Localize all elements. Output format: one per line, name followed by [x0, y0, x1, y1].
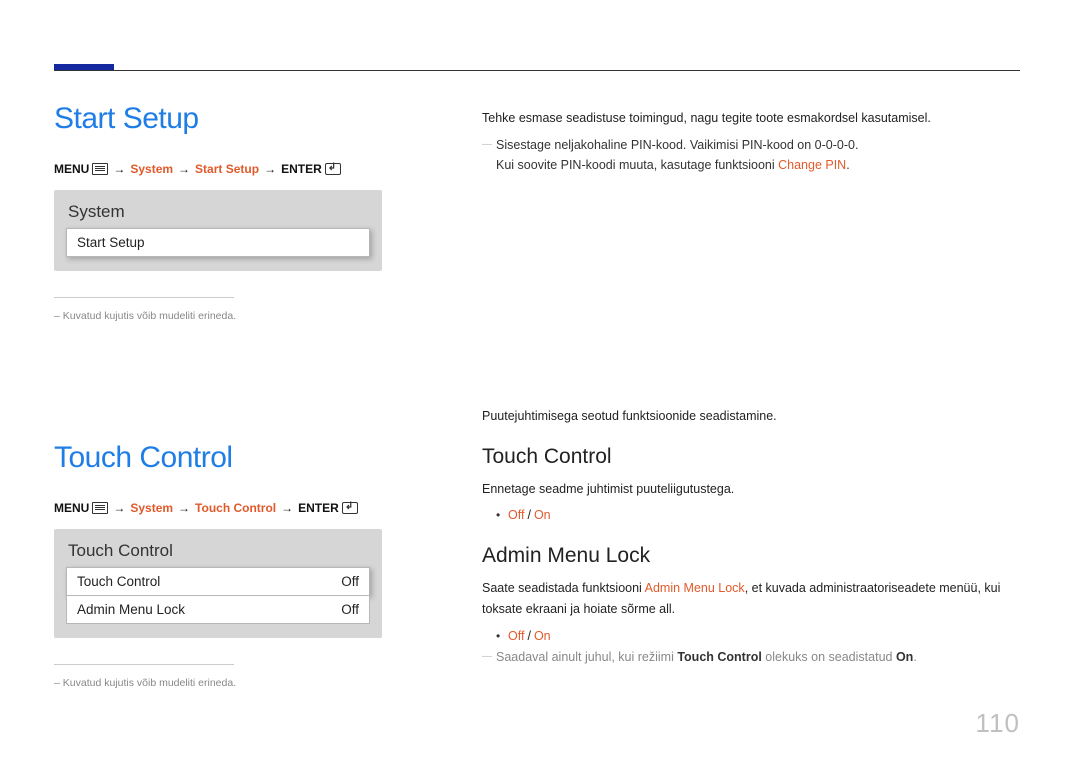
admin-menu-lock-options: Off/On [482, 626, 1020, 647]
crumb-touch-control: Touch Control [195, 501, 276, 515]
start-setup-title: Start Setup [54, 102, 382, 136]
start-setup-body: Tehke esmase seadistuse toimingud, nagu … [482, 108, 1020, 129]
row-label: Admin Menu Lock [77, 602, 185, 617]
crumb-start-setup: Start Setup [195, 162, 259, 176]
crumb-enter-label: ENTER [298, 501, 339, 515]
row-label: Touch Control [77, 574, 160, 589]
crumb-system: System [130, 162, 173, 176]
row-value: Off [341, 602, 359, 617]
admin-menu-lock-subheading: Admin Menu Lock [482, 544, 1020, 568]
note-text-a: Sisestage neljakohaline PIN-kood. Vaikim… [496, 138, 858, 152]
separator-line [54, 297, 234, 298]
touch-control-right: Puutejuhtimisega seotud funktsioonide se… [482, 406, 1020, 668]
touch-control-intro: Puutejuhtimisega seotud funktsioonide se… [482, 406, 1020, 427]
menu-icon [92, 502, 108, 514]
enter-icon [342, 502, 358, 514]
menu-box-title-touch-control: Touch Control [68, 541, 370, 561]
arrow-icon: → [264, 162, 276, 176]
aml-body-prefix: Saate seadistada funktsiooni [482, 581, 645, 595]
enter-icon [325, 163, 341, 175]
touch-control-subheading: Touch Control [482, 445, 1020, 469]
breadcrumb-touch-control: MENU → System → Touch Control → ENTER [54, 501, 382, 515]
aml-note-on: On [896, 650, 913, 664]
touch-control-menu-box: Touch Control Touch Control Off Admin Me… [54, 529, 382, 638]
arrow-icon: → [113, 162, 125, 176]
crumb-menu-label: MENU [54, 162, 89, 176]
right-column: Tehke esmase seadistuse toimingud, nagu … [482, 102, 1020, 748]
page-number: 110 [976, 708, 1020, 739]
menu-row-admin-menu-lock[interactable]: Admin Menu Lock Off [66, 596, 370, 624]
menu-icon [92, 163, 108, 175]
start-setup-note: Sisestage neljakohaline PIN-kood. Vaikim… [482, 135, 1020, 176]
option-on: On [534, 508, 551, 522]
start-setup-right: Tehke esmase seadistuse toimingud, nagu … [482, 108, 1020, 176]
footnote-touch-control: Kuvatud kujutis võib mudeliti erineda. [54, 675, 382, 692]
touch-control-title: Touch Control [54, 441, 382, 475]
menu-item-start-setup[interactable]: Start Setup [66, 228, 370, 257]
note-text-b-suffix: . [846, 158, 849, 172]
note-text-b-prefix: Kui soovite PIN-koodi muuta, kasutage fu… [496, 158, 778, 172]
option-on: On [534, 629, 551, 643]
start-setup-menu-box: System Start Setup [54, 190, 382, 271]
aml-note-prefix: Saadaval ainult juhul, kui režiimi [496, 650, 677, 664]
crumb-enter-label: ENTER [281, 162, 322, 176]
arrow-icon: → [281, 501, 293, 515]
arrow-icon: → [113, 501, 125, 515]
admin-menu-lock-body: Saate seadistada funktsiooni Admin Menu … [482, 578, 1020, 619]
touch-control-left: Touch Control MENU → System → Touch Cont… [54, 441, 382, 692]
arrow-icon: → [178, 501, 190, 515]
start-setup-left: Start Setup MENU → System → Start Setup … [54, 102, 382, 325]
menu-row-touch-control[interactable]: Touch Control Off [66, 567, 370, 596]
row-value: Off [341, 574, 359, 589]
aml-note-mid: olekuks on seadistatud [762, 650, 896, 664]
menu-box-title-system: System [68, 202, 370, 222]
option-off: Off [508, 629, 524, 643]
touch-control-options: Off/On [482, 505, 1020, 526]
separator-line [54, 664, 234, 665]
note-text-b-accent: Change PIN [778, 158, 846, 172]
arrow-icon: → [178, 162, 190, 176]
crumb-system: System [130, 501, 173, 515]
aml-note-suffix: . [913, 650, 916, 664]
aml-note-tc: Touch Control [677, 650, 761, 664]
aml-body-accent: Admin Menu Lock [645, 581, 745, 595]
breadcrumb-start-setup: MENU → System → Start Setup → ENTER [54, 162, 382, 176]
header-rule [54, 70, 1020, 71]
touch-control-body: Ennetage seadme juhtimist puuteliigutust… [482, 479, 1020, 500]
footnote-start-setup: Kuvatud kujutis võib mudeliti erineda. [54, 308, 382, 325]
admin-menu-lock-note: Saadaval ainult juhul, kui režiimi Touch… [482, 647, 1020, 668]
left-column: Start Setup MENU → System → Start Setup … [54, 102, 382, 748]
crumb-menu-label: MENU [54, 501, 89, 515]
option-off: Off [508, 508, 524, 522]
